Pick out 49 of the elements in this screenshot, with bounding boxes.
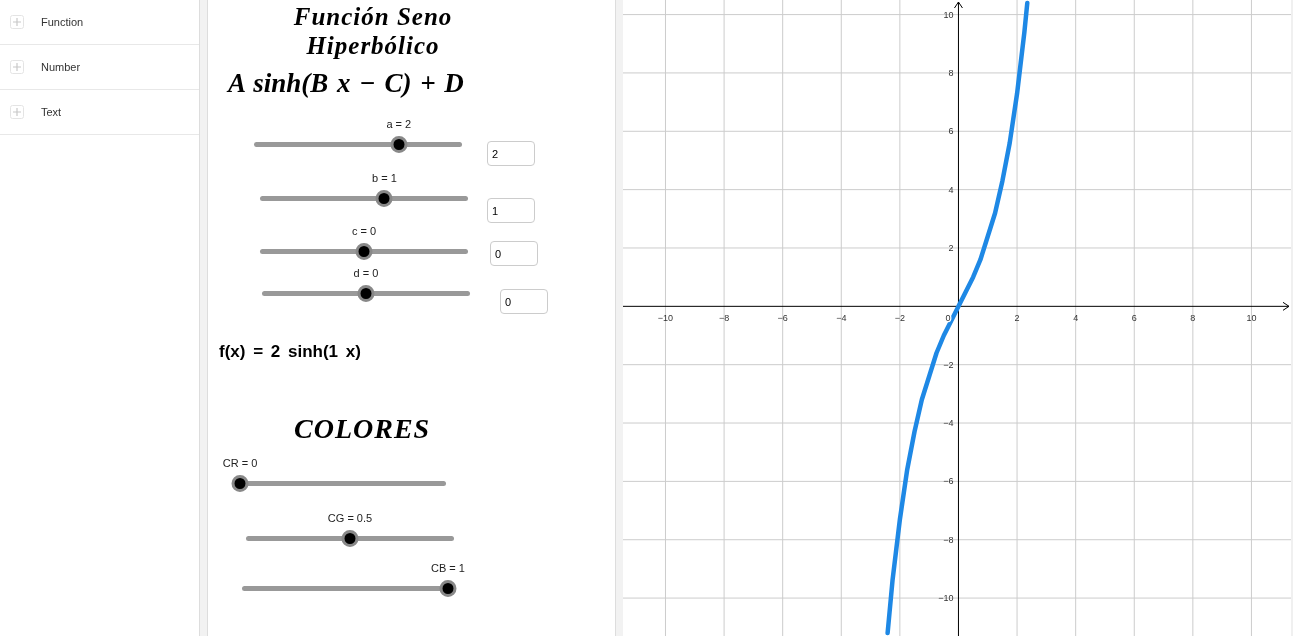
tick-label: 6 — [1131, 313, 1137, 324]
function-text: f(x) = 2 sinh(1 x) — [219, 342, 362, 362]
tick-label: −4 — [836, 313, 847, 324]
tick-label: −8 — [718, 313, 730, 324]
tick-label: 6 — [948, 126, 954, 137]
value-input[interactable]: 0 — [490, 241, 538, 266]
slider-thumb[interactable] — [390, 136, 408, 153]
tick-label: −6 — [943, 476, 954, 487]
slider-label: CB = 1 — [431, 562, 465, 574]
value-input[interactable]: 1 — [487, 198, 535, 223]
tick-label: −2 — [943, 359, 954, 370]
origin-label: 0 — [945, 313, 951, 324]
algebra-item[interactable]: Number — [0, 45, 199, 90]
formula-text: A sinh(B x − C) + D — [228, 68, 465, 100]
tick-label: 4 — [1073, 313, 1079, 324]
slider-thumb[interactable] — [231, 475, 249, 492]
slider-thumb[interactable] — [357, 285, 375, 302]
slider-label: d = 0 — [353, 267, 379, 279]
slider-label: c = 0 — [351, 225, 377, 237]
value-input[interactable]: 2 — [487, 141, 535, 166]
slider-label: b = 1 — [372, 172, 397, 184]
tick-label: −8 — [943, 534, 954, 545]
slider-thumb[interactable] — [341, 530, 359, 547]
tick-label: −10 — [938, 593, 954, 604]
algebra-item[interactable]: Function — [0, 0, 199, 45]
slider-thumb[interactable] — [375, 190, 393, 207]
section-title: COLORES — [294, 413, 432, 445]
tick-label: 2 — [1014, 313, 1020, 324]
tick-label: 8 — [1190, 313, 1196, 324]
tick-label: 10 — [943, 9, 954, 20]
item-label: Number — [41, 61, 81, 73]
algebra-item[interactable]: Text — [0, 90, 199, 135]
tick-label: 10 — [1246, 313, 1257, 324]
slider-thumb[interactable] — [355, 243, 373, 260]
tick-label: 4 — [948, 184, 954, 195]
slider-label: CG = 0.5 — [327, 512, 373, 524]
tick-label: −6 — [777, 313, 788, 324]
tick-label: 8 — [948, 67, 954, 78]
slider-thumb[interactable] — [439, 580, 457, 597]
slider-label: a = 2 — [386, 118, 412, 130]
value-input[interactable]: 0 — [500, 289, 548, 314]
tick-label: −10 — [657, 313, 674, 324]
item-label: Function — [41, 16, 84, 28]
tick-label: −4 — [943, 418, 954, 429]
tick-label: 2 — [948, 243, 954, 253]
worksheet-title: Función Seno Hiperbólico — [292, 2, 454, 60]
slider-label: CR = 0 — [222, 457, 258, 469]
tick-label: −2 — [894, 313, 905, 324]
item-label: Text — [41, 106, 62, 118]
